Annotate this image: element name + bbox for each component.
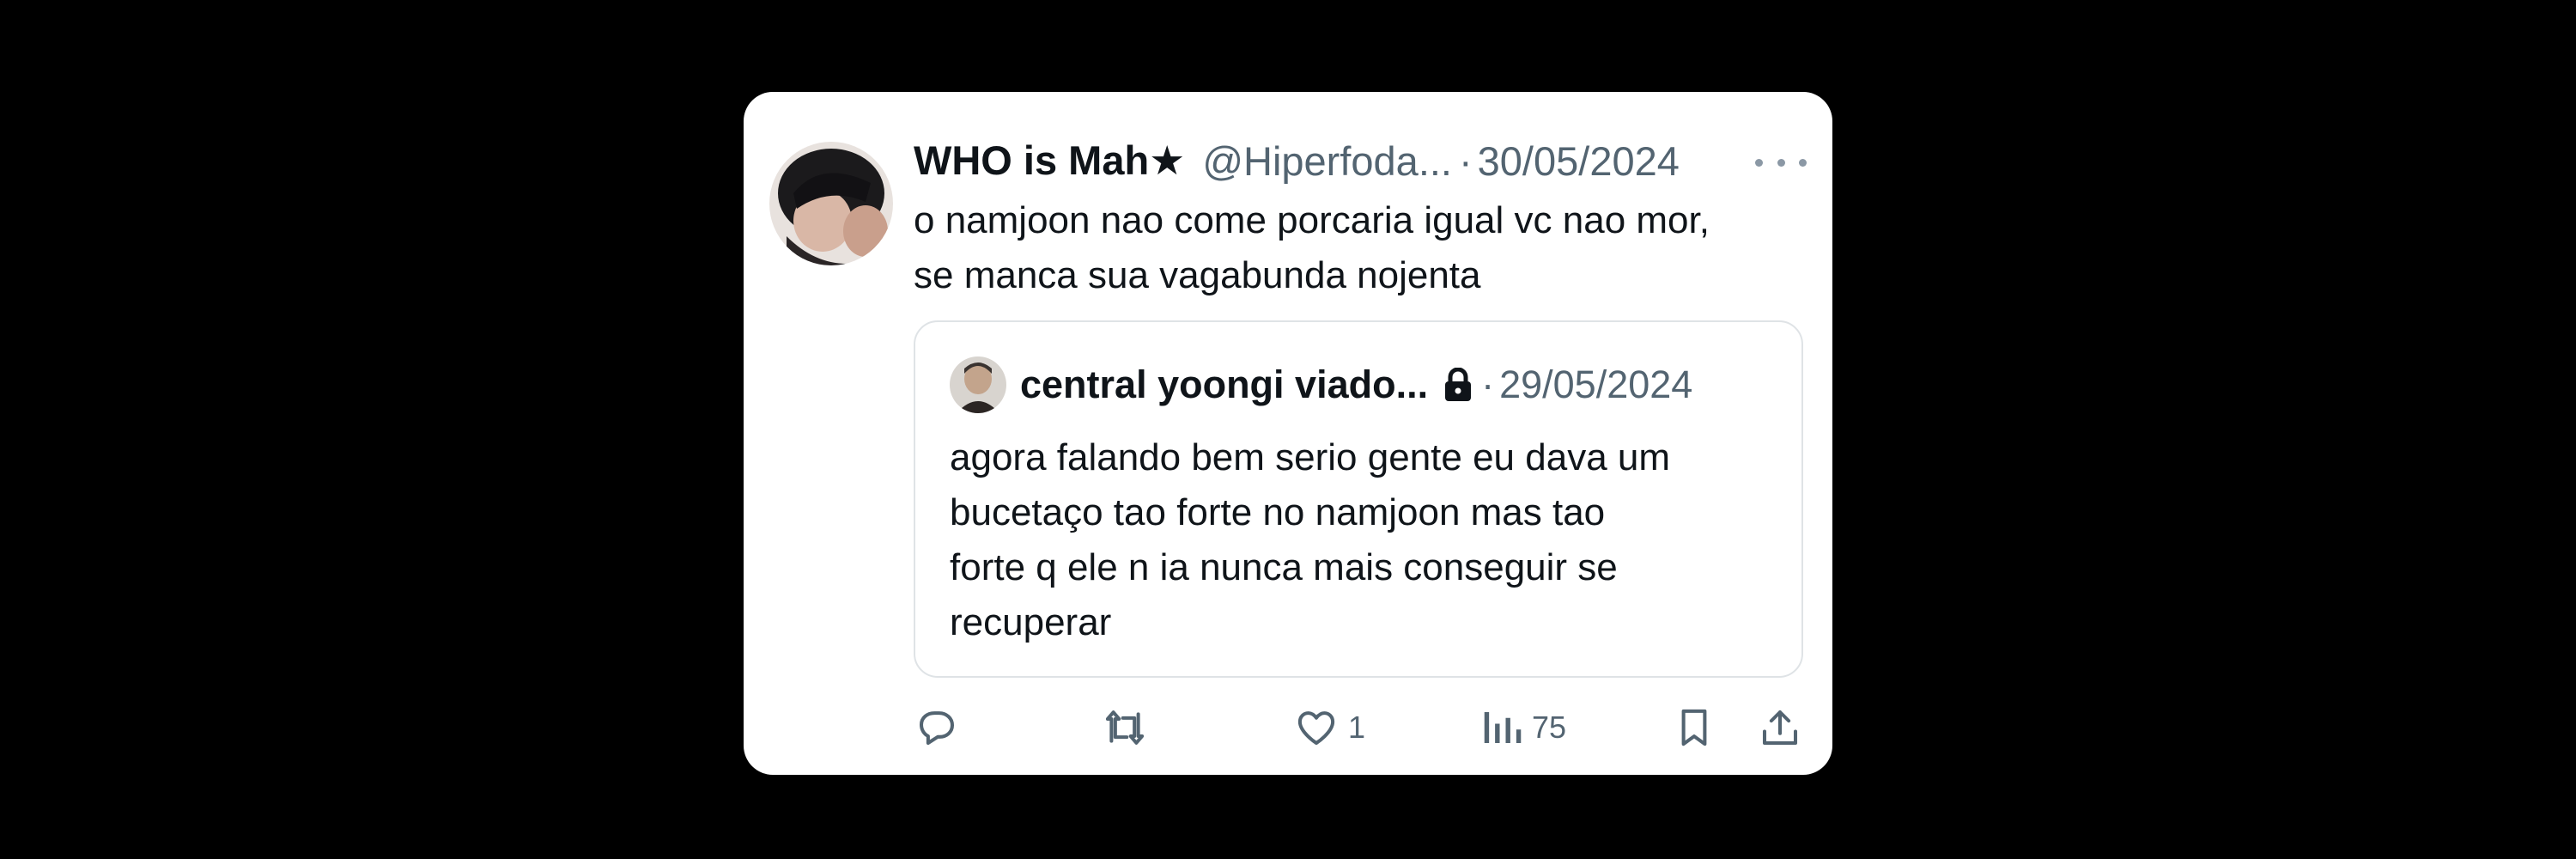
- tweet-date[interactable]: 30/05/2024: [1478, 137, 1680, 185]
- quoted-tweet[interactable]: central yoongi viado... · 29/05/2024 ago…: [914, 320, 1803, 678]
- quoted-date[interactable]: 29/05/2024: [1499, 362, 1692, 407]
- retweet-button[interactable]: [1100, 702, 1150, 753]
- more-horizontal-icon[interactable]: [1755, 145, 1807, 180]
- quoted-text-line: recuperar: [950, 601, 1112, 643]
- tweet-header: WHO is Mah★ @Hiperfoda... · 30/05/2024: [914, 133, 1680, 188]
- quoted-author-name[interactable]: central yoongi viado...: [1020, 362, 1428, 407]
- page-background: WHO is Mah★ @Hiperfoda... · 30/05/2024 o…: [0, 0, 2576, 859]
- tweet-text-line: o namjoon nao come porcaria igual vc nao…: [914, 199, 1710, 241]
- share-button[interactable]: [1757, 702, 1803, 753]
- retweet-icon: [1105, 710, 1145, 745]
- views-icon: [1484, 712, 1522, 743]
- lock-icon: [1443, 368, 1473, 402]
- separator-dot: ·: [1481, 362, 1495, 406]
- quoted-header: central yoongi viado... · 29/05/2024: [1020, 356, 1692, 413]
- like-count: 1: [1348, 710, 1366, 745]
- like-button[interactable]: 1: [1293, 702, 1365, 753]
- heart-icon: [1297, 711, 1335, 746]
- quoted-text-line: agora falando bem serio gente eu dava um: [950, 436, 1671, 478]
- tweet-card[interactable]: WHO is Mah★ @Hiperfoda... · 30/05/2024 o…: [744, 92, 1832, 775]
- tweet-text-line: se manca sua vagabunda nojenta: [914, 254, 1481, 296]
- bookmark-icon: [1681, 709, 1707, 746]
- action-bar: 1 75: [744, 693, 1832, 762]
- share-icon: [1762, 710, 1798, 746]
- quoted-text-line: forte q ele n ia nunca mais conseguir se: [950, 546, 1618, 588]
- quoted-author-avatar[interactable]: [950, 356, 1006, 413]
- quoted-text: agora falando bem serio gente eu dava um…: [950, 430, 1774, 650]
- reply-icon: [919, 711, 955, 746]
- bookmark-button[interactable]: [1671, 702, 1717, 753]
- author-handle[interactable]: @Hiperfoda...: [1202, 137, 1452, 185]
- views-button[interactable]: 75: [1480, 702, 1566, 753]
- quoted-text-line: bucetaço tao forte no namjoon mas tao: [950, 491, 1606, 533]
- tweet-text: o namjoon nao come porcaria igual vc nao…: [914, 193, 1798, 303]
- author-avatar[interactable]: [769, 142, 893, 265]
- author-name[interactable]: WHO is Mah★: [914, 137, 1185, 185]
- separator-dot: ·: [1459, 137, 1473, 184]
- reply-button[interactable]: [914, 702, 960, 753]
- views-count: 75: [1532, 710, 1567, 745]
